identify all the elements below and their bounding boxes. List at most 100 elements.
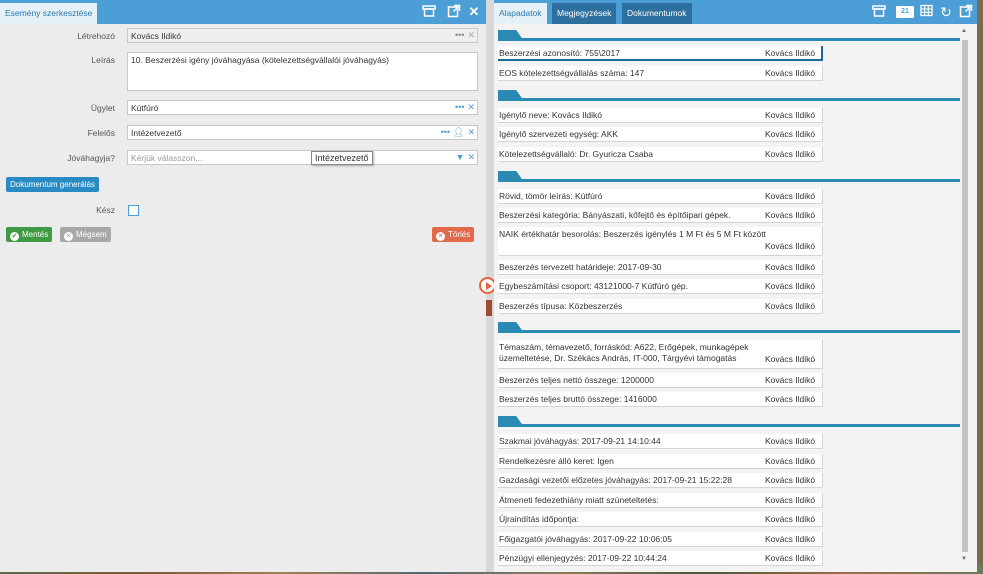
- item-text: Beszerzés típusa: Közbeszerzés: [499, 301, 623, 311]
- list-item[interactable]: Rendelkezésre álló keret: Igen Kovács Ild…: [498, 454, 823, 469]
- clear-icon[interactable]: ✕: [467, 102, 475, 112]
- list-item[interactable]: Igénylő szervezeti egység: AKK Kovács Ild…: [498, 127, 823, 142]
- archive-icon[interactable]: [421, 4, 437, 20]
- scroll-down-icon[interactable]: ▼: [961, 556, 967, 562]
- user-icon[interactable]: 👤︎: [453, 127, 464, 137]
- description-input[interactable]: 10. Beszerzési igény jóváhagyása (kötele…: [127, 52, 478, 91]
- item-owner: Kovács Ildikó: [765, 375, 816, 385]
- list-item[interactable]: Gazdasági vezetői előzetes jóváhagyás: 2…: [498, 473, 823, 488]
- cancel-label: Mégsem: [76, 230, 107, 239]
- item-owner: Kovács Ildikó: [765, 110, 816, 120]
- item-owner: Kovács Ildikó: [765, 436, 816, 446]
- save-label: Mentés: [22, 230, 49, 239]
- item-text: Beszerzés tervezett határideje: 2017-09-…: [499, 262, 662, 272]
- item-owner: Kovács Ildikó: [765, 281, 816, 291]
- creator-field: Kovács Ildikó ••• ✕: [127, 28, 478, 43]
- section-header: [498, 416, 960, 427]
- list-item[interactable]: Egybeszámítási csoport: 43121000-7 Kútfú…: [498, 279, 823, 294]
- item-owner: Kovács Ildikó: [765, 495, 816, 505]
- item-text: Témaszám, témavezető, forráskód: A622, E…: [499, 342, 749, 363]
- clear-icon[interactable]: ✕: [467, 152, 475, 162]
- delete-label: Törlés: [448, 230, 471, 239]
- more-icon[interactable]: •••: [441, 127, 450, 137]
- tab-event-editor[interactable]: Esemény szerkesztése: [0, 3, 98, 24]
- item-owner: Kovács Ildikó: [765, 394, 816, 404]
- more-icon[interactable]: •••: [455, 102, 464, 112]
- item-owner: Kovács Ildikó: [765, 534, 816, 544]
- list-item[interactable]: Igénylő neve: Kovács Ildikó Kovács Ildikó: [498, 108, 823, 123]
- item-owner: Kovács Ildikó: [765, 301, 816, 311]
- list-item[interactable]: Beszerzés tervezett határideje: 2017-09-…: [498, 260, 823, 275]
- section-header: [498, 322, 960, 333]
- done-label: Kész: [96, 205, 115, 215]
- item-owner: Kovács Ildikó: [765, 68, 816, 78]
- list-item[interactable]: Átmeneti fedezethiány miatt szünetelteté…: [498, 493, 823, 508]
- delete-button[interactable]: ✕ Törlés: [432, 227, 475, 242]
- event-editor-pane: Esemény szerkesztése ✕ Létrehozó Kovács …: [0, 0, 486, 572]
- item-owner: Kovács Ildikó: [765, 241, 816, 251]
- external-link-icon[interactable]: [958, 4, 974, 20]
- external-link-icon[interactable]: [446, 4, 462, 20]
- item-text: Beszerzési kategória: Bányászati, kőfejt…: [499, 210, 731, 220]
- creator-label: Létrehozó: [77, 31, 115, 41]
- vertical-scrollbar[interactable]: ▲ ▼: [960, 26, 970, 570]
- case-field[interactable]: Kútfúró ••• ✕: [127, 100, 478, 115]
- details-pane: Alapadatok Megjegyzések Dokumentumok 21 …: [494, 0, 977, 572]
- item-text: Beszerzési azonosító: 755\2017: [499, 48, 620, 58]
- clear-icon[interactable]: ✕: [467, 127, 475, 137]
- list-item[interactable]: EOS kötelezettségvállalás száma: 147 Ková…: [498, 66, 823, 81]
- list-item[interactable]: Újraindítás időpontja: Kovács Ildikó: [498, 512, 823, 527]
- scroll-up-icon[interactable]: ▲: [961, 28, 967, 34]
- responsible-field[interactable]: Intézetvezető ••• 👤︎ ✕: [127, 125, 478, 140]
- tab-basic-data[interactable]: Alapadatok: [494, 3, 547, 24]
- item-owner: Kovács Ildikó: [765, 354, 816, 364]
- description-label: Leírás: [91, 55, 115, 65]
- archive-icon[interactable]: [871, 4, 887, 20]
- close-icon[interactable]: ✕: [466, 4, 482, 20]
- list-item[interactable]: Beszerzési kategória: Bányászati, kőfejt…: [498, 208, 823, 223]
- done-checkbox[interactable]: [128, 205, 139, 216]
- details-list: Beszerzési azonosító: 755\2017 Kovács Ild…: [494, 24, 960, 572]
- item-owner: Kovács Ildikó: [765, 262, 816, 272]
- section-header: [498, 90, 960, 101]
- item-text: Beszerzés teljes bruttó összege: 1416000: [499, 394, 657, 404]
- tab-documents[interactable]: Dokumentumok: [622, 3, 692, 24]
- approver-label: Jóváhagyja?: [67, 153, 115, 163]
- item-owner: Kovács Ildikó: [765, 129, 816, 139]
- list-item[interactable]: Kötelezettségvállaló: Dr. Gyuricza Csaba…: [498, 147, 823, 162]
- item-owner: Kovács Ildikó: [765, 553, 816, 563]
- more-icon[interactable]: •••: [455, 30, 464, 40]
- list-item[interactable]: Szakmai jóváhagyás: 2017-09-21 14:10:44 K…: [498, 434, 823, 449]
- list-item[interactable]: Témaszám, témavezető, forráskód: A622, E…: [498, 340, 823, 369]
- item-text: Gazdasági vezetői előzetes jóváhagyás: 2…: [499, 475, 732, 485]
- creator-value: Kovács Ildikó: [131, 31, 182, 41]
- list-item[interactable]: Beszerzési azonosító: 755\2017 Kovács Ild…: [498, 46, 823, 61]
- scroll-thumb[interactable]: [962, 40, 968, 552]
- item-text: Szakmai jóváhagyás: 2017-09-21 14:10:44: [499, 436, 661, 446]
- list-item[interactable]: Rövid, tömör leírás: Kútfúró Kovács Ildik…: [498, 189, 823, 204]
- divider-marker: [486, 300, 492, 316]
- save-button[interactable]: ✔ Mentés: [6, 227, 53, 242]
- list-item[interactable]: Pénzügyi ellenjegyzés: 2017-09-22 10:44:…: [498, 551, 823, 566]
- grid-icon[interactable]: [918, 4, 934, 20]
- generate-document-button[interactable]: Dokumentum generálás: [6, 177, 99, 192]
- right-titlebar: Alapadatok Megjegyzések Dokumentumok 21 …: [494, 0, 977, 24]
- list-item[interactable]: Főigazgatói jóváhagyás: 2017-09-22 10:06…: [498, 532, 823, 547]
- item-text: Igénylő neve: Kovács Ildikó: [499, 110, 603, 120]
- approver-select[interactable]: Kérjük válasszon... ▼ ✕: [127, 150, 478, 165]
- list-item[interactable]: NAIK értékhatár besorolás: Beszerzés igé…: [498, 227, 823, 256]
- calendar-icon[interactable]: 21: [896, 4, 914, 20]
- clear-icon[interactable]: ✕: [467, 30, 475, 40]
- case-value: Kútfúró: [131, 103, 159, 113]
- item-text: Újraindítás időpontja:: [499, 514, 579, 524]
- list-item[interactable]: Beszerzés teljes nettó összege: 1200000 K…: [498, 373, 823, 388]
- item-text: NAIK értékhatár besorolás: Beszerzés igé…: [499, 229, 766, 239]
- refresh-icon[interactable]: ↻: [938, 4, 954, 20]
- list-item[interactable]: Beszerzés típusa: Közbeszerzés Kovács Ild…: [498, 299, 823, 314]
- tab-comments[interactable]: Megjegyzések: [552, 3, 617, 24]
- item-text: Kötelezettségvállaló: Dr. Gyuricza Csaba: [499, 149, 654, 159]
- case-label: Ügylet: [90, 103, 115, 113]
- chevron-down-icon[interactable]: ▼: [456, 152, 465, 162]
- cancel-button[interactable]: ✕ Mégsem: [60, 227, 111, 242]
- list-item[interactable]: Beszerzés teljes bruttó összege: 1416000…: [498, 392, 823, 407]
